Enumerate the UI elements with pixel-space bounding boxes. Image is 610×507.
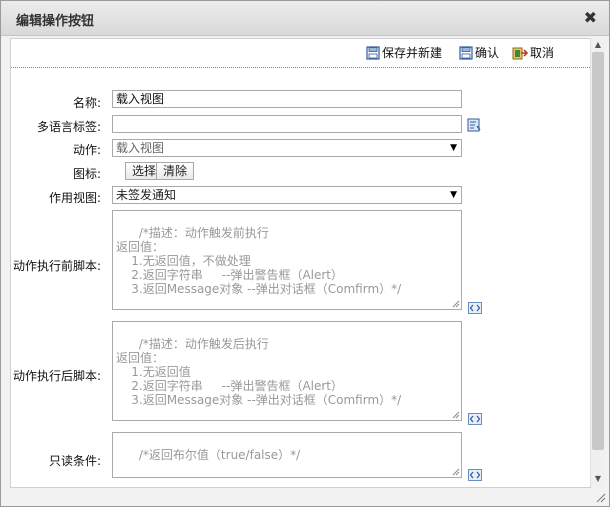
icon-clear-button[interactable]: 清除 [156,162,194,180]
resize-grip-icon[interactable] [452,468,460,476]
readonly-label: 只读条件: [48,454,101,468]
vertical-scrollbar[interactable]: ▲ ▼ [590,38,605,486]
view-label: 作用视图: [48,191,101,205]
close-button[interactable]: ✖ [584,8,597,28]
dialog-titlebar[interactable]: 编辑操作按钮 ✖ [1,1,609,36]
name-label: 名称: [72,96,101,110]
action-select[interactable]: 载入视图 ▼ [112,139,462,157]
chevron-down-icon: ▼ [450,190,457,200]
dialog-resize-grip-icon[interactable] [595,492,606,503]
icon-label: 图标: [72,167,101,181]
after-script-label: 动作执行后脚本: [12,369,101,383]
chevron-down-icon: ▼ [450,143,457,153]
confirm-icon [459,45,473,60]
i18n-input[interactable] [112,115,462,133]
confirm-button[interactable]: 确认 [459,44,499,61]
scroll-up-icon[interactable]: ▲ [591,38,605,52]
scroll-down-icon[interactable]: ▼ [591,472,605,486]
view-select[interactable]: 未签发通知 ▼ [112,186,462,204]
view-select-value: 未签发通知 [116,188,177,202]
cancel-icon [512,47,528,59]
dialog-window: 编辑操作按钮 ✖ 保存并新建 确认 取消 名称: 载入视图 多语言标签: 动作:… [0,0,610,507]
toolbar: 保存并新建 确认 取消 [11,39,590,68]
dialog-title: 编辑操作按钮 [16,14,95,29]
save-new-button[interactable]: 保存并新建 [366,44,442,61]
close-icon: ✖ [583,8,597,27]
before-script-textarea[interactable]: /*描述：动作触发前执行 返回值： 1.无返回值，不做处理 2.返回字符串 --… [112,210,462,310]
action-select-value: 载入视图 [116,141,165,155]
code-editor-icon[interactable] [468,302,482,314]
resize-grip-icon[interactable] [452,300,460,308]
i18n-label: 多语言标签: [36,120,101,134]
cancel-button[interactable]: 取消 [512,44,554,61]
after-script-textarea[interactable]: /*描述：动作触发后执行 返回值： 1.无返回值 2.返回字符串 --弹出警告框… [112,321,462,421]
scroll-thumb[interactable] [592,52,604,450]
readonly-textarea[interactable]: /*返回布尔值（true/false）*/ [112,432,462,478]
readonly-text: /*返回布尔值（true/false）*/ [138,448,301,462]
save-icon [366,45,380,60]
confirm-label: 确认 [475,46,500,60]
after-script-text: /*描述：动作触发后执行 返回值： 1.无返回值 2.返回字符串 --弹出警告框… [116,337,402,407]
name-input[interactable]: 载入视图 [112,90,462,108]
before-script-text: /*描述：动作触发前执行 返回值： 1.无返回值，不做处理 2.返回字符串 --… [116,226,402,296]
cancel-label: 取消 [530,46,555,60]
action-label: 动作: [72,143,101,157]
resize-grip-icon[interactable] [452,411,460,419]
translate-icon[interactable] [466,117,482,133]
code-editor-icon[interactable] [468,469,482,481]
before-script-label: 动作执行前脚本: [12,259,101,273]
form-panel: 保存并新建 确认 取消 名称: 载入视图 多语言标签: 动作: 载入视图 ▼ 图… [10,38,591,488]
code-editor-icon[interactable] [468,413,482,425]
save-new-label: 保存并新建 [382,46,443,60]
